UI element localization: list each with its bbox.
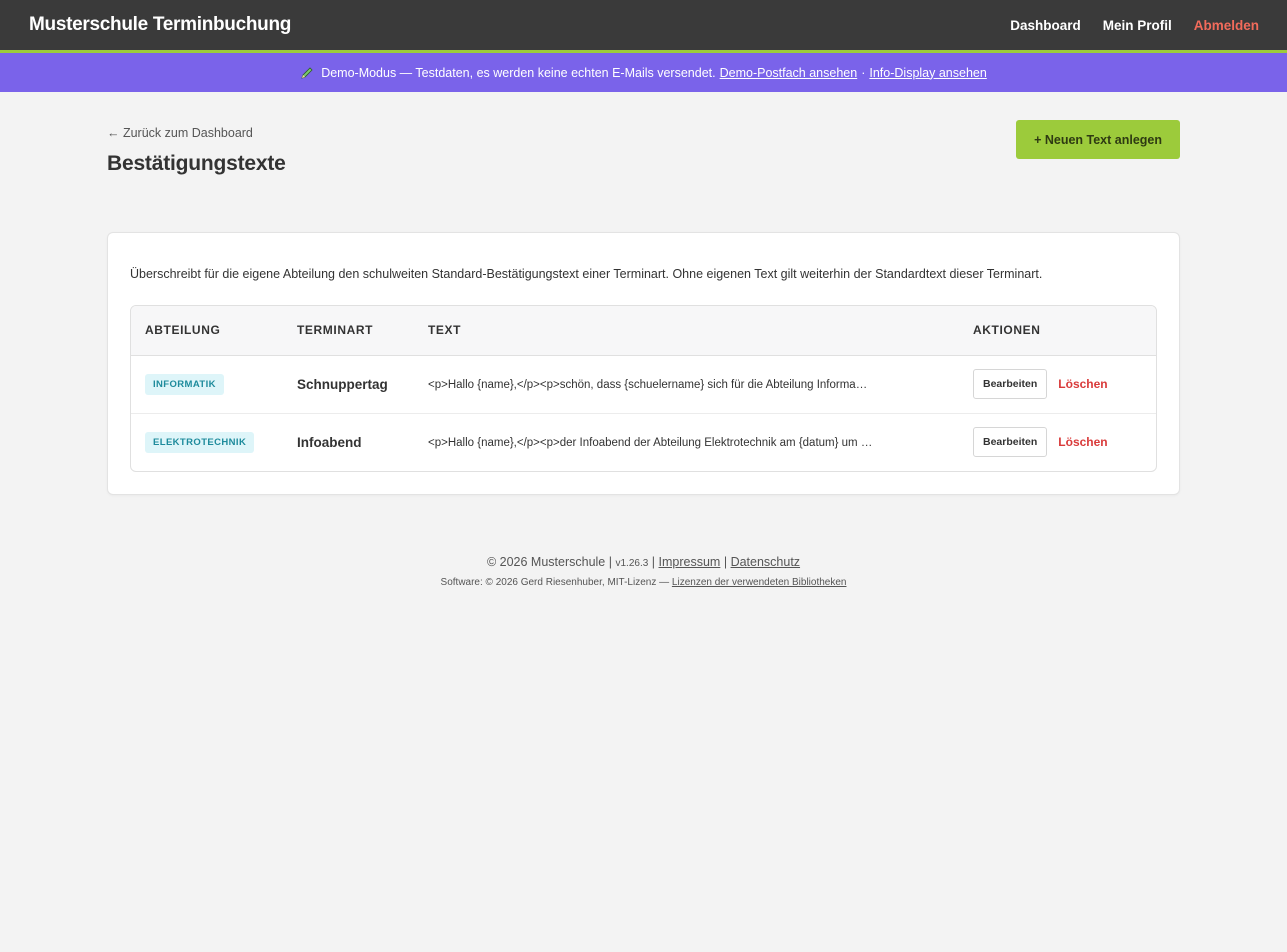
header-terminart: TERMINART [283,306,414,356]
demo-mode-banner: Demo-Modus — Testdaten, es werden keine … [0,53,1287,92]
imprint-link[interactable]: Impressum [659,555,721,569]
footer-separator: | [608,555,612,569]
header-abteilung: ABTEILUNG [131,306,283,356]
intro-text: Überschreibt für die eigene Abteilung de… [130,267,1043,281]
texts-table: ABTEILUNG TERMINART TEXT AKTIONEN INFORM… [131,306,1156,471]
demo-banner-text: Demo-Modus — Testdaten, es werden keine … [321,65,716,80]
cell-abteilung: ELEKTROTECHNIK [131,412,283,471]
demo-mailbox-link[interactable]: Demo-Postfach ansehen [720,66,858,80]
cell-text: <p>Hallo {name},</p><p>schön, dass {schu… [414,355,959,413]
confirmation-texts-card: Überschreibt für die eigene Abteilung de… [107,232,1180,495]
footer-line-1: © 2026 Musterschule | v1.26.3 | Impressu… [107,555,1180,569]
cell-terminart: Schnuppertag [283,355,414,413]
page-header: ← Zurück zum Dashboard Bestätigungstexte… [107,120,1180,232]
footer-line-2: Software: © 2026 Gerd Riesenhuber, MIT-L… [107,577,1180,588]
appointment-type: Infoabend [297,434,362,450]
nav-dashboard-link[interactable]: Dashboard [1010,18,1081,33]
department-badge: INFORMATIK [145,373,224,395]
page-footer: © 2026 Musterschule | v1.26.3 | Impressu… [107,555,1180,588]
cell-actions: Bearbeiten Löschen [959,412,1156,471]
info-display-link[interactable]: Info-Display ansehen [869,66,986,80]
department-badge: ELEKTROTECHNIK [145,431,255,453]
table-row: ELEKTROTECHNIK Infoabend <p>Hallo {name}… [131,412,1156,471]
cell-actions: Bearbeiten Löschen [959,355,1156,413]
cell-abteilung: INFORMATIK [131,355,283,413]
page-title: Bestätigungstexte [107,152,286,175]
row-actions: Bearbeiten Löschen [973,369,1142,399]
main-content: ← Zurück zum Dashboard Bestätigungstexte… [107,92,1180,588]
pencil-icon [300,66,314,80]
texts-table-wrapper: ABTEILUNG TERMINART TEXT AKTIONEN INFORM… [130,305,1157,472]
app-brand[interactable]: Musterschule Terminbuchung [29,14,291,36]
footer-separator: | [651,555,656,569]
footer-copyright: © 2026 Musterschule [486,555,606,569]
back-to-dashboard-link[interactable]: ← Zurück zum Dashboard [107,126,286,140]
nav-profile-link[interactable]: Mein Profil [1103,18,1172,33]
cell-text: <p>Hallo {name},</p><p>der Infoabend der… [414,412,959,471]
footer-separator: | [723,555,728,569]
header-aktionen: AKTIONEN [959,306,1156,356]
software-credit: Software: © 2026 Gerd Riesenhuber, MIT-L… [440,577,670,588]
header-text: TEXT [414,306,959,356]
new-text-button[interactable]: + Neuen Text anlegen [1016,120,1180,159]
app-version: v1.26.3 [615,558,649,569]
cell-terminart: Infoabend [283,412,414,471]
table-header-row: ABTEILUNG TERMINART TEXT AKTIONEN [131,306,1156,356]
licenses-link[interactable]: Lizenzen der verwendeten Bibliotheken [672,577,847,588]
delete-link[interactable]: Löschen [1058,435,1107,449]
text-preview: <p>Hallo {name},</p><p>schön, dass {schu… [428,379,868,391]
appointment-type: Schnuppertag [297,376,388,392]
delete-link[interactable]: Löschen [1058,377,1107,391]
page-header-left: ← Zurück zum Dashboard Bestätigungstexte [107,120,286,176]
edit-button[interactable]: Bearbeiten [973,427,1048,458]
privacy-link[interactable]: Datenschutz [731,555,800,569]
logout-link[interactable]: Abmelden [1194,18,1259,33]
top-navbar: Musterschule Terminbuchung Dashboard Mei… [0,0,1287,53]
demo-banner-separator: · [861,65,866,80]
row-actions: Bearbeiten Löschen [973,427,1142,458]
main-nav: Dashboard Mein Profil Abmelden [1010,18,1259,33]
text-preview: <p>Hallo {name},</p><p>der Infoabend der… [428,437,873,450]
edit-button[interactable]: Bearbeiten [973,369,1048,399]
table-row: INFORMATIK Schnuppertag <p>Hallo {name},… [131,355,1156,413]
